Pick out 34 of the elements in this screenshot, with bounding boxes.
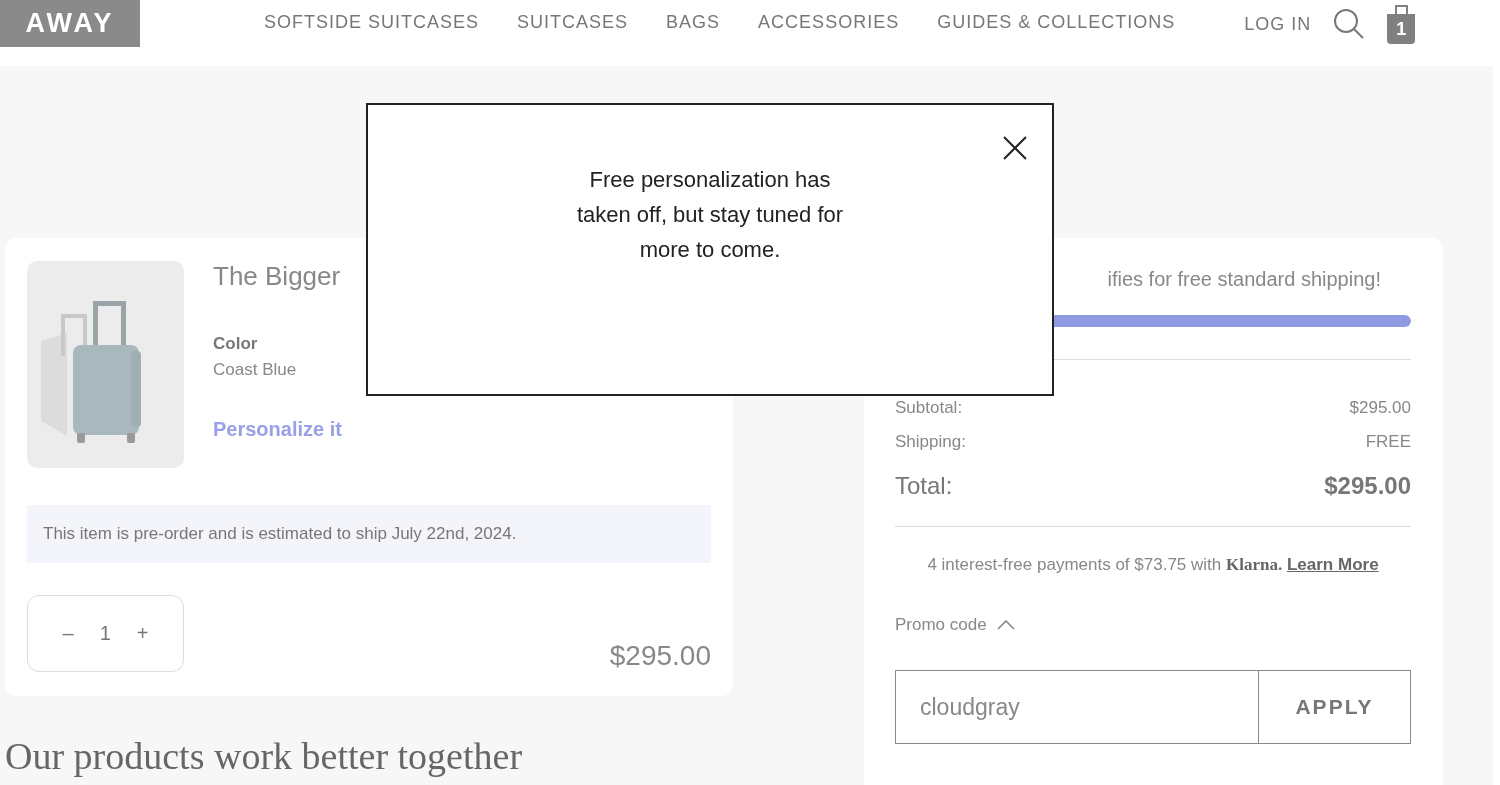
search-icon[interactable] <box>1333 8 1366 40</box>
learn-more-link[interactable]: Learn More <box>1286 555 1379 574</box>
promo-code-toggle[interactable]: Promo code <box>895 615 1015 635</box>
color-value: Coast Blue <box>213 360 298 380</box>
section-heading: Our products work better together <box>5 734 523 778</box>
login-link[interactable]: LOG IN <box>1244 13 1312 35</box>
nav-link[interactable]: ACCESSORIES <box>758 12 900 33</box>
chevron-icon <box>996 620 1015 630</box>
preorder-notice: This item is pre-order and is estimated to ship July 22nd, 2024. <box>27 505 711 563</box>
product-title: The Bigger <box>213 261 342 292</box>
logo[interactable]: AWAY <box>0 0 140 47</box>
shipping-message: ifies for free standard shipping! <box>1106 268 1382 291</box>
total-value: $295.00 <box>1324 472 1411 500</box>
cart-button[interactable]: 1 <box>1387 4 1416 44</box>
color-label: Color <box>213 334 259 354</box>
quantity-value: 1 <box>99 622 111 645</box>
installment-note: 4 interest-free payments of $73.75 with Klarna. Learn More <box>926 555 1380 575</box>
decrement-button[interactable]: – <box>62 622 74 645</box>
modal-message: Free personalization has taken off, but stay tuned for more to come. <box>575 166 845 264</box>
nav-link[interactable]: SOFTSIDE SUITCASES <box>264 12 480 33</box>
apply-button[interactable]: APPLY <box>1258 670 1411 744</box>
summary-value: FREE <box>1365 432 1411 452</box>
total-label: Total: <box>895 472 953 500</box>
summary-label: Shipping: <box>895 432 966 452</box>
nav-link[interactable]: GUIDES & COLLECTIONS <box>937 12 1176 33</box>
close-icon[interactable] <box>1002 135 1028 161</box>
nav-link[interactable]: BAGS <box>666 12 721 33</box>
nav-link[interactable]: SUITCASES <box>517 12 629 33</box>
personalize-link[interactable]: Personalize it <box>213 418 342 441</box>
summary-value: $295.00 <box>1349 398 1411 418</box>
promo-code-field[interactable]: cloudgray <box>895 670 1258 744</box>
item-price: $295.00 <box>609 640 711 672</box>
summary-label: Subtotal: <box>895 398 963 418</box>
increment-button[interactable]: + <box>136 622 149 645</box>
